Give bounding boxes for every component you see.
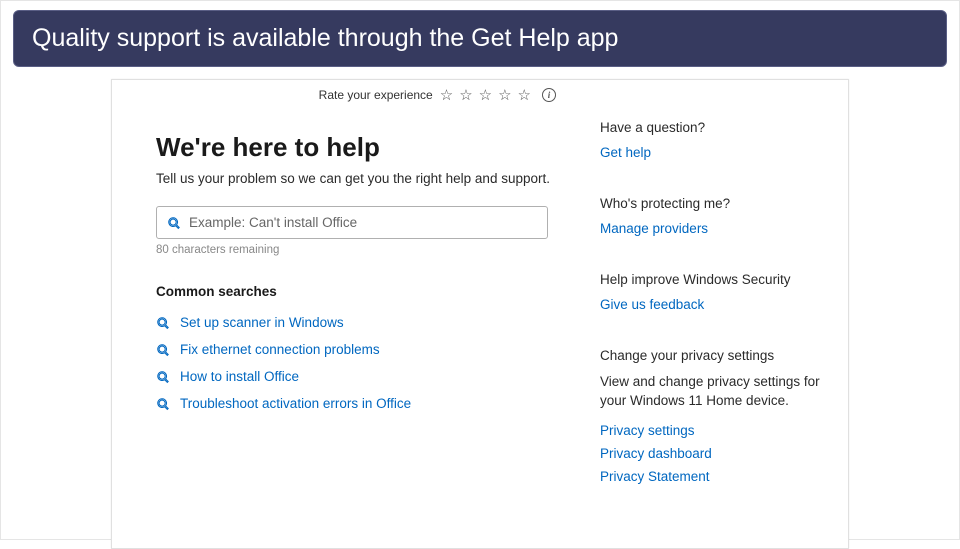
app-window: Rate your experience ☆ ☆ ☆ ☆ ☆ i We're h… bbox=[111, 79, 849, 549]
common-searches-heading: Common searches bbox=[156, 284, 564, 299]
rating-bar: Rate your experience ☆ ☆ ☆ ☆ ☆ i bbox=[156, 86, 564, 104]
common-search-item[interactable]: Fix ethernet connection problems bbox=[156, 336, 564, 363]
side-title: Help improve Windows Security bbox=[600, 272, 828, 287]
common-search-item[interactable]: Set up scanner in Windows bbox=[156, 309, 564, 336]
side-title: Who's protecting me? bbox=[600, 196, 828, 211]
rating-stars: ☆ ☆ ☆ ☆ ☆ bbox=[440, 86, 531, 104]
common-search-label: Troubleshoot activation errors in Office bbox=[180, 396, 411, 411]
char-counter: 80 characters remaining bbox=[156, 244, 564, 256]
get-help-link[interactable]: Get help bbox=[600, 145, 828, 160]
star-icon[interactable]: ☆ bbox=[440, 86, 453, 104]
common-searches-list: Set up scanner in Windows Fix ethernet c… bbox=[156, 309, 564, 417]
search-input[interactable] bbox=[189, 215, 537, 230]
common-search-label: Fix ethernet connection problems bbox=[180, 342, 380, 357]
search-box[interactable] bbox=[156, 206, 548, 239]
search-icon bbox=[156, 316, 170, 330]
star-icon[interactable]: ☆ bbox=[498, 86, 511, 104]
search-icon bbox=[156, 370, 170, 384]
star-icon[interactable]: ☆ bbox=[459, 86, 472, 104]
search-icon bbox=[167, 216, 181, 230]
side-section-question: Have a question? Get help bbox=[600, 120, 828, 160]
common-search-item[interactable]: How to install Office bbox=[156, 363, 564, 390]
content-columns: Rate your experience ☆ ☆ ☆ ☆ ☆ i We're h… bbox=[112, 80, 848, 548]
sidebar: Have a question? Get help Who's protecti… bbox=[592, 80, 848, 548]
page-title: We're here to help bbox=[156, 132, 564, 163]
privacy-dashboard-link[interactable]: Privacy dashboard bbox=[600, 446, 828, 461]
side-section-improve: Help improve Windows Security Give us fe… bbox=[600, 272, 828, 312]
privacy-statement-link[interactable]: Privacy Statement bbox=[600, 469, 828, 484]
side-section-privacy: Change your privacy settings View and ch… bbox=[600, 348, 828, 484]
rating-label: Rate your experience bbox=[319, 88, 433, 102]
side-title: Have a question? bbox=[600, 120, 828, 135]
common-search-label: Set up scanner in Windows bbox=[180, 315, 344, 330]
info-icon[interactable]: i bbox=[542, 88, 556, 102]
side-title: Change your privacy settings bbox=[600, 348, 828, 363]
page-subtitle: Tell us your problem so we can get you t… bbox=[156, 171, 564, 186]
main-panel: Rate your experience ☆ ☆ ☆ ☆ ☆ i We're h… bbox=[112, 80, 592, 548]
common-search-item[interactable]: Troubleshoot activation errors in Office bbox=[156, 390, 564, 417]
search-icon bbox=[156, 397, 170, 411]
search-icon bbox=[156, 343, 170, 357]
privacy-desc: View and change privacy settings for you… bbox=[600, 373, 828, 411]
star-icon[interactable]: ☆ bbox=[518, 86, 531, 104]
caption-text: Quality support is available through the… bbox=[32, 24, 618, 52]
side-section-protect: Who's protecting me? Manage providers bbox=[600, 196, 828, 236]
manage-providers-link[interactable]: Manage providers bbox=[600, 221, 828, 236]
common-search-label: How to install Office bbox=[180, 369, 299, 384]
give-feedback-link[interactable]: Give us feedback bbox=[600, 297, 828, 312]
privacy-settings-link[interactable]: Privacy settings bbox=[600, 423, 828, 438]
caption-banner: Quality support is available through the… bbox=[13, 10, 947, 67]
star-icon[interactable]: ☆ bbox=[479, 86, 492, 104]
